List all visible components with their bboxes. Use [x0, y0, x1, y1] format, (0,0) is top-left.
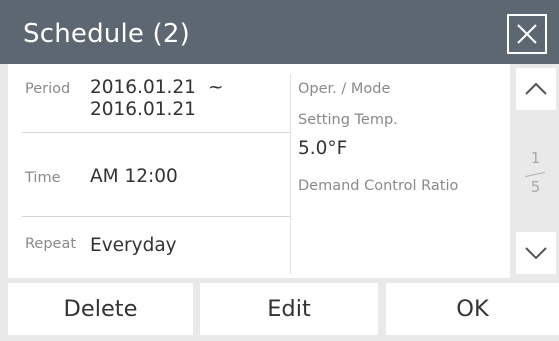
total-pages: 5	[530, 178, 541, 196]
setting-temp-value: 5.0°F	[298, 138, 348, 159]
title-bar: Schedule (2)	[0, 0, 559, 64]
period-separator: ~	[208, 77, 224, 98]
current-page: 1	[530, 149, 541, 167]
ok-button[interactable]: OK	[386, 283, 559, 335]
repeat-value: Everyday	[90, 235, 177, 256]
oper-mode-label: Oper. / Mode	[298, 81, 391, 97]
time-value: AM 12:00	[90, 166, 178, 187]
schedule-details: Period 2016.01.21 ~ 2016.01.21 Time AM 1…	[8, 64, 510, 278]
page-up-button[interactable]	[516, 68, 556, 110]
time-label: Time	[25, 170, 61, 186]
edit-button[interactable]: Edit	[200, 283, 378, 335]
close-button[interactable]	[507, 14, 547, 54]
chevron-down-icon	[525, 247, 547, 260]
button-bar: Delete Edit OK	[0, 278, 559, 341]
period-end: 2016.01.21	[90, 99, 196, 120]
delete-button[interactable]: Delete	[8, 283, 193, 335]
column-divider	[290, 74, 291, 274]
demand-control-label: Demand Control Ratio	[298, 178, 459, 194]
divider	[22, 132, 290, 133]
period-start: 2016.01.21	[90, 77, 196, 98]
period-label: Period	[25, 81, 71, 97]
page-down-button[interactable]	[516, 232, 556, 274]
repeat-label: Repeat	[25, 236, 77, 252]
page-fraction-line	[525, 171, 545, 178]
dialog-title: Schedule (2)	[23, 19, 190, 49]
page-navigator: 1 5	[512, 64, 559, 278]
divider	[22, 216, 290, 217]
schedule-dialog: Schedule (2) Period 2016.01.21 ~ 2016.01…	[0, 0, 559, 341]
chevron-up-icon	[525, 82, 547, 95]
close-icon	[517, 24, 537, 44]
setting-temp-label: Setting Temp.	[298, 112, 398, 128]
